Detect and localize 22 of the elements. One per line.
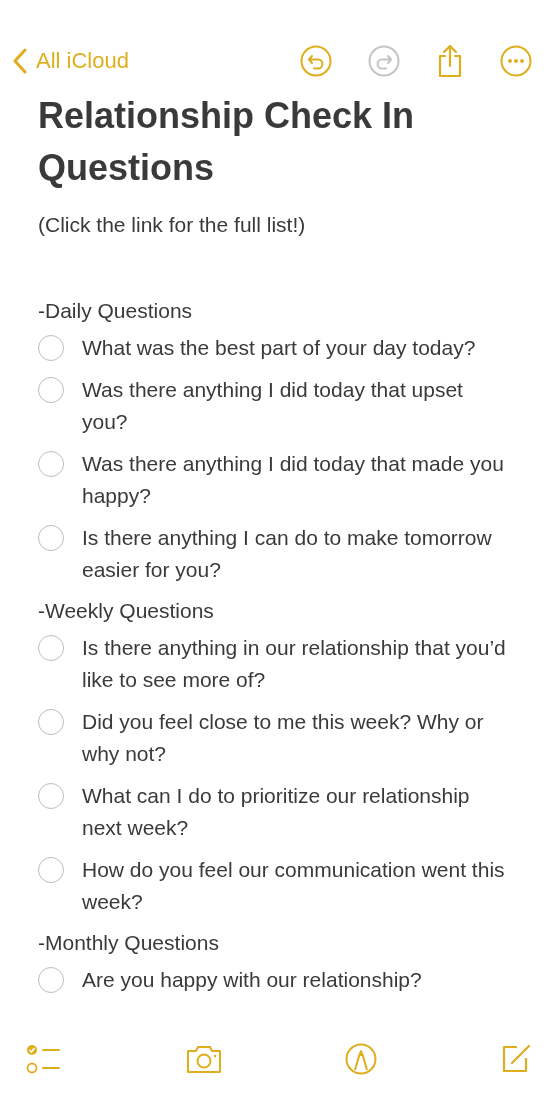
more-icon[interactable]	[500, 45, 532, 77]
checklist-item-text: Did you feel close to me this week? Why or why not?	[82, 709, 485, 767]
section-heading: -Daily Questions	[38, 298, 194, 324]
section-heading: -Monthly Questions	[38, 930, 220, 956]
share-icon[interactable]	[436, 44, 464, 78]
checklist-item-text: How do you feel our communication went this week?	[82, 857, 506, 915]
checklist-icon[interactable]	[26, 1043, 62, 1075]
camera-icon[interactable]	[184, 1044, 223, 1074]
chevron-left-icon	[12, 48, 28, 74]
checklist-item-text: Was there anything I did today that made you happy?	[82, 451, 505, 509]
checklist-item-text: Are you happy with our relationship?	[82, 967, 422, 993]
checklist-item-text: Is there anything I can do to make tomorrow easier for you?	[82, 525, 493, 583]
checklist-item-text: What can I do to prioritize our relationship next week?	[82, 783, 471, 841]
checklist-item-text: Is there anything in our relationship that you’d like to see more of?	[82, 635, 507, 693]
back-button[interactable]: All iCloud	[12, 48, 129, 74]
checklist-item-text: What was the best part of your day today?	[82, 335, 476, 361]
note-title: Relationship Check In Questions	[38, 94, 416, 190]
checklist-item-text: Was there anything I did today that upset you?	[82, 377, 464, 435]
note-subtitle: (Click the link for the full list!)	[38, 212, 307, 238]
undo-icon[interactable]	[300, 45, 332, 77]
section-heading: -Weekly Questions	[38, 598, 215, 624]
markup-pen-icon[interactable]	[345, 1043, 378, 1075]
